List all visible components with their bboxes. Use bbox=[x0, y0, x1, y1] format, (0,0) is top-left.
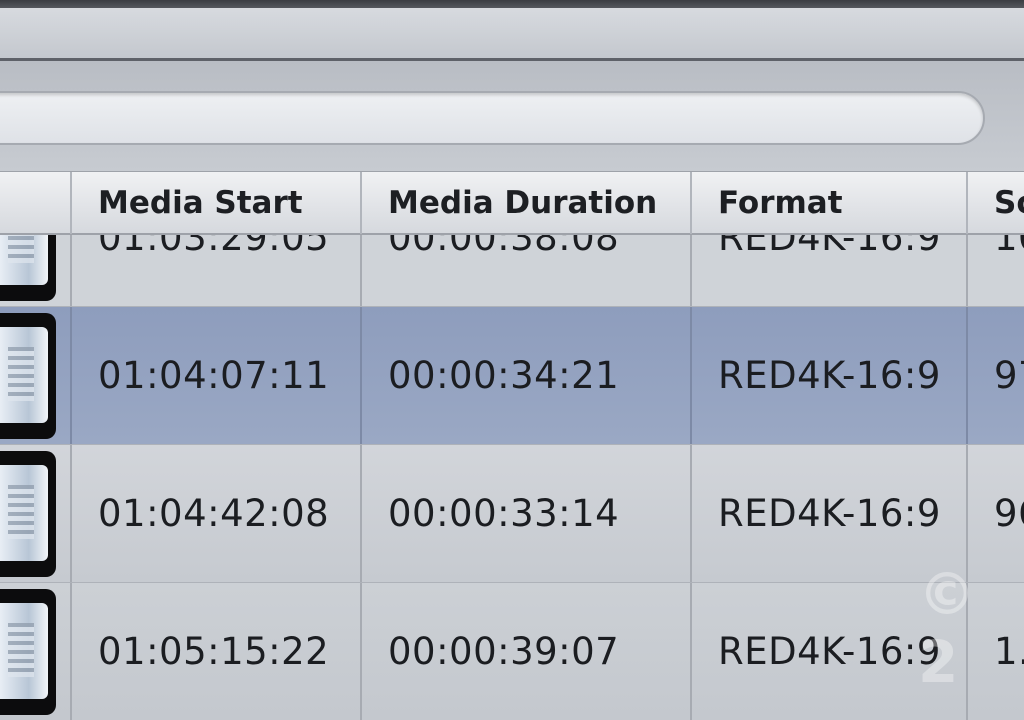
format-cell: RED4K-16:9 bbox=[690, 235, 966, 306]
media-start-cell: 01:04:42:08 bbox=[70, 445, 360, 582]
column-header-media-duration[interactable]: Media Duration bbox=[360, 172, 690, 234]
format-cell: RED4K-16:9 bbox=[690, 307, 966, 444]
clip-thumbnail-icon[interactable] bbox=[0, 313, 56, 439]
column-header-format[interactable]: Format bbox=[690, 172, 966, 234]
search-area bbox=[0, 61, 1024, 171]
clip-thumbnail-icon[interactable] bbox=[0, 589, 56, 715]
media-start-cell: 01:04:07:11 bbox=[70, 307, 360, 444]
table-row[interactable]: 01:03:29:05 00:00:38:08 RED4K-16:9 10 bbox=[0, 235, 1024, 307]
column-header-source[interactable]: So bbox=[966, 172, 1024, 234]
media-start-cell: 01:03:29:05 bbox=[70, 235, 360, 306]
clip-thumbnail-icon[interactable] bbox=[0, 235, 56, 301]
browser-window: Media Start Media Duration Format So 01:… bbox=[0, 0, 1024, 720]
toolbar bbox=[0, 8, 1024, 61]
column-header-media-start[interactable]: Media Start bbox=[70, 172, 360, 234]
source-cell: 97 bbox=[966, 307, 1024, 444]
search-field[interactable] bbox=[0, 91, 985, 145]
clip-list: 01:03:29:05 00:00:38:08 RED4K-16:9 10 01… bbox=[0, 235, 1024, 720]
window-top-edge bbox=[0, 0, 1024, 8]
table-row[interactable]: 01:05:15:22 00:00:39:07 RED4K-16:9 1. bbox=[0, 583, 1024, 720]
copyright-watermark: © 2 bbox=[918, 560, 976, 696]
table-header: Media Start Media Duration Format So bbox=[0, 171, 1024, 235]
table-row-selected[interactable]: 01:04:07:11 00:00:34:21 RED4K-16:9 97 bbox=[0, 307, 1024, 445]
clip-thumbnail-icon[interactable] bbox=[0, 451, 56, 577]
media-duration-cell: 00:00:39:07 bbox=[360, 583, 690, 720]
column-header-thumbnail[interactable] bbox=[0, 172, 70, 234]
media-duration-cell: 00:00:38:08 bbox=[360, 235, 690, 306]
table-row[interactable]: 01:04:42:08 00:00:33:14 RED4K-16:9 96 bbox=[0, 445, 1024, 583]
source-cell: 10 bbox=[966, 235, 1024, 306]
media-start-cell: 01:05:15:22 bbox=[70, 583, 360, 720]
media-duration-cell: 00:00:34:21 bbox=[360, 307, 690, 444]
media-duration-cell: 00:00:33:14 bbox=[360, 445, 690, 582]
